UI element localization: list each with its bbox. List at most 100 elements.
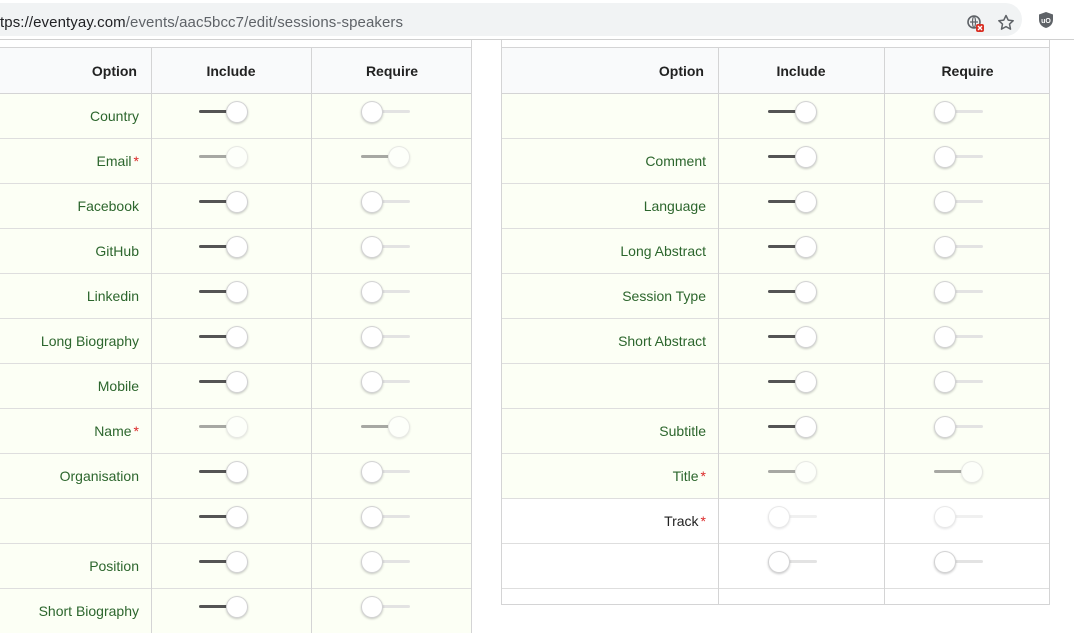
url-text[interactable]: tps://eventyay.com/events/aac5bcc7/edit/…: [0, 14, 403, 31]
toggle-knob: [934, 236, 956, 258]
option-label-text: GitHub: [95, 243, 139, 259]
column-divider: [718, 47, 719, 604]
include-toggle[interactable]: [199, 550, 249, 574]
require-toggle[interactable]: [934, 550, 984, 574]
toggle-knob: [934, 326, 956, 348]
toggle-knob: [934, 146, 956, 168]
require-toggle[interactable]: [361, 100, 411, 124]
toggle-knob: [361, 506, 383, 528]
include-toggle[interactable]: [199, 370, 249, 394]
option-label: Long Abstract: [502, 229, 706, 273]
require-toggle[interactable]: [934, 415, 984, 439]
require-toggle[interactable]: [934, 235, 984, 259]
option-label-text: Short Abstract: [618, 333, 706, 349]
table-row: Session Type: [502, 274, 1049, 319]
table-header-row: Option Include Require: [502, 47, 1049, 94]
toggle-knob: [361, 596, 383, 618]
option-label: Session Type: [502, 274, 706, 318]
include-toggle[interactable]: [768, 325, 818, 349]
column-header-require: Require: [941, 63, 994, 79]
require-toggle: [934, 505, 984, 529]
require-toggle[interactable]: [361, 235, 411, 259]
require-toggle[interactable]: [361, 280, 411, 304]
option-label: Language: [502, 184, 706, 228]
url-path: /events/aac5bcc7/edit/sessions-speakers: [125, 14, 404, 31]
url-field[interactable]: tps://eventyay.com/events/aac5bcc7/edit/…: [0, 3, 1022, 36]
include-toggle[interactable]: [768, 145, 818, 169]
option-label: Organisation: [0, 454, 139, 498]
require-toggle[interactable]: [934, 145, 984, 169]
table-row: Facebook: [0, 184, 471, 229]
toggle-knob: [388, 146, 410, 168]
bookmark-star-icon[interactable]: [997, 14, 1015, 32]
require-toggle[interactable]: [934, 280, 984, 304]
require-toggle[interactable]: [361, 505, 411, 529]
toggle-knob: [361, 326, 383, 348]
table-row: Track *: [502, 499, 1049, 544]
option-label: Linkedin: [0, 274, 139, 318]
include-toggle[interactable]: [199, 505, 249, 529]
include-toggle[interactable]: [199, 100, 249, 124]
url-host: tps://eventyay.com: [0, 14, 126, 31]
require-toggle[interactable]: [361, 550, 411, 574]
include-toggle[interactable]: [199, 595, 249, 619]
toggle-knob: [226, 596, 248, 618]
toggle-knob: [226, 236, 248, 258]
column-header-include: Include: [206, 63, 256, 79]
table-header-row: Option Include Require: [0, 47, 471, 94]
include-toggle[interactable]: [199, 325, 249, 349]
require-toggle[interactable]: [934, 190, 984, 214]
option-label: [502, 364, 706, 408]
include-toggle[interactable]: [199, 190, 249, 214]
toggle-knob: [361, 101, 383, 123]
option-label-text: Position: [89, 558, 139, 574]
require-toggle[interactable]: [361, 370, 411, 394]
include-toggle[interactable]: [768, 100, 818, 124]
toggle-knob: [795, 101, 817, 123]
toggle-knob: [934, 281, 956, 303]
include-toggle[interactable]: [199, 280, 249, 304]
option-label: Position: [0, 544, 139, 588]
table-row: [502, 364, 1049, 409]
include-toggle: [199, 415, 249, 439]
table-row: Comment: [502, 139, 1049, 184]
toggle-knob: [795, 371, 817, 393]
option-label-text: Track: [664, 513, 699, 529]
option-label-text: Subtitle: [659, 423, 706, 439]
table-row: Mobile: [0, 364, 471, 409]
option-label: Comment: [502, 139, 706, 183]
require-toggle[interactable]: [361, 325, 411, 349]
include-toggle: [768, 460, 818, 484]
toggle-knob: [795, 281, 817, 303]
include-toggle[interactable]: [768, 415, 818, 439]
include-toggle[interactable]: [199, 460, 249, 484]
require-toggle[interactable]: [361, 190, 411, 214]
column-divider: [311, 47, 312, 633]
column-divider: [884, 47, 885, 604]
include-toggle[interactable]: [768, 235, 818, 259]
required-asterisk: *: [700, 513, 706, 529]
table-row: Organisation: [0, 454, 471, 499]
required-asterisk: *: [133, 153, 139, 169]
require-toggle[interactable]: [361, 595, 411, 619]
include-toggle[interactable]: [199, 235, 249, 259]
option-label: Track *: [502, 499, 706, 543]
toggle-knob: [361, 461, 383, 483]
require-toggle: [361, 145, 411, 169]
ublock-extension-icon[interactable]: uO: [1037, 11, 1055, 29]
include-toggle[interactable]: [768, 190, 818, 214]
include-toggle[interactable]: [768, 370, 818, 394]
page-content: Collect Speaker DetailsOptionIncludeRequ…: [0, 40, 1074, 633]
include-toggle[interactable]: [768, 280, 818, 304]
require-toggle[interactable]: [361, 460, 411, 484]
require-toggle[interactable]: [934, 325, 984, 349]
require-toggle[interactable]: [934, 370, 984, 394]
table-row: Long Abstract: [502, 229, 1049, 274]
toggle-knob: [768, 551, 790, 573]
require-toggle[interactable]: [934, 100, 984, 124]
option-label: [0, 499, 139, 543]
include-toggle[interactable]: [768, 550, 818, 574]
table-row: Name *: [0, 409, 471, 454]
translate-blocked-icon[interactable]: [966, 14, 984, 32]
option-label: Title *: [502, 454, 706, 498]
